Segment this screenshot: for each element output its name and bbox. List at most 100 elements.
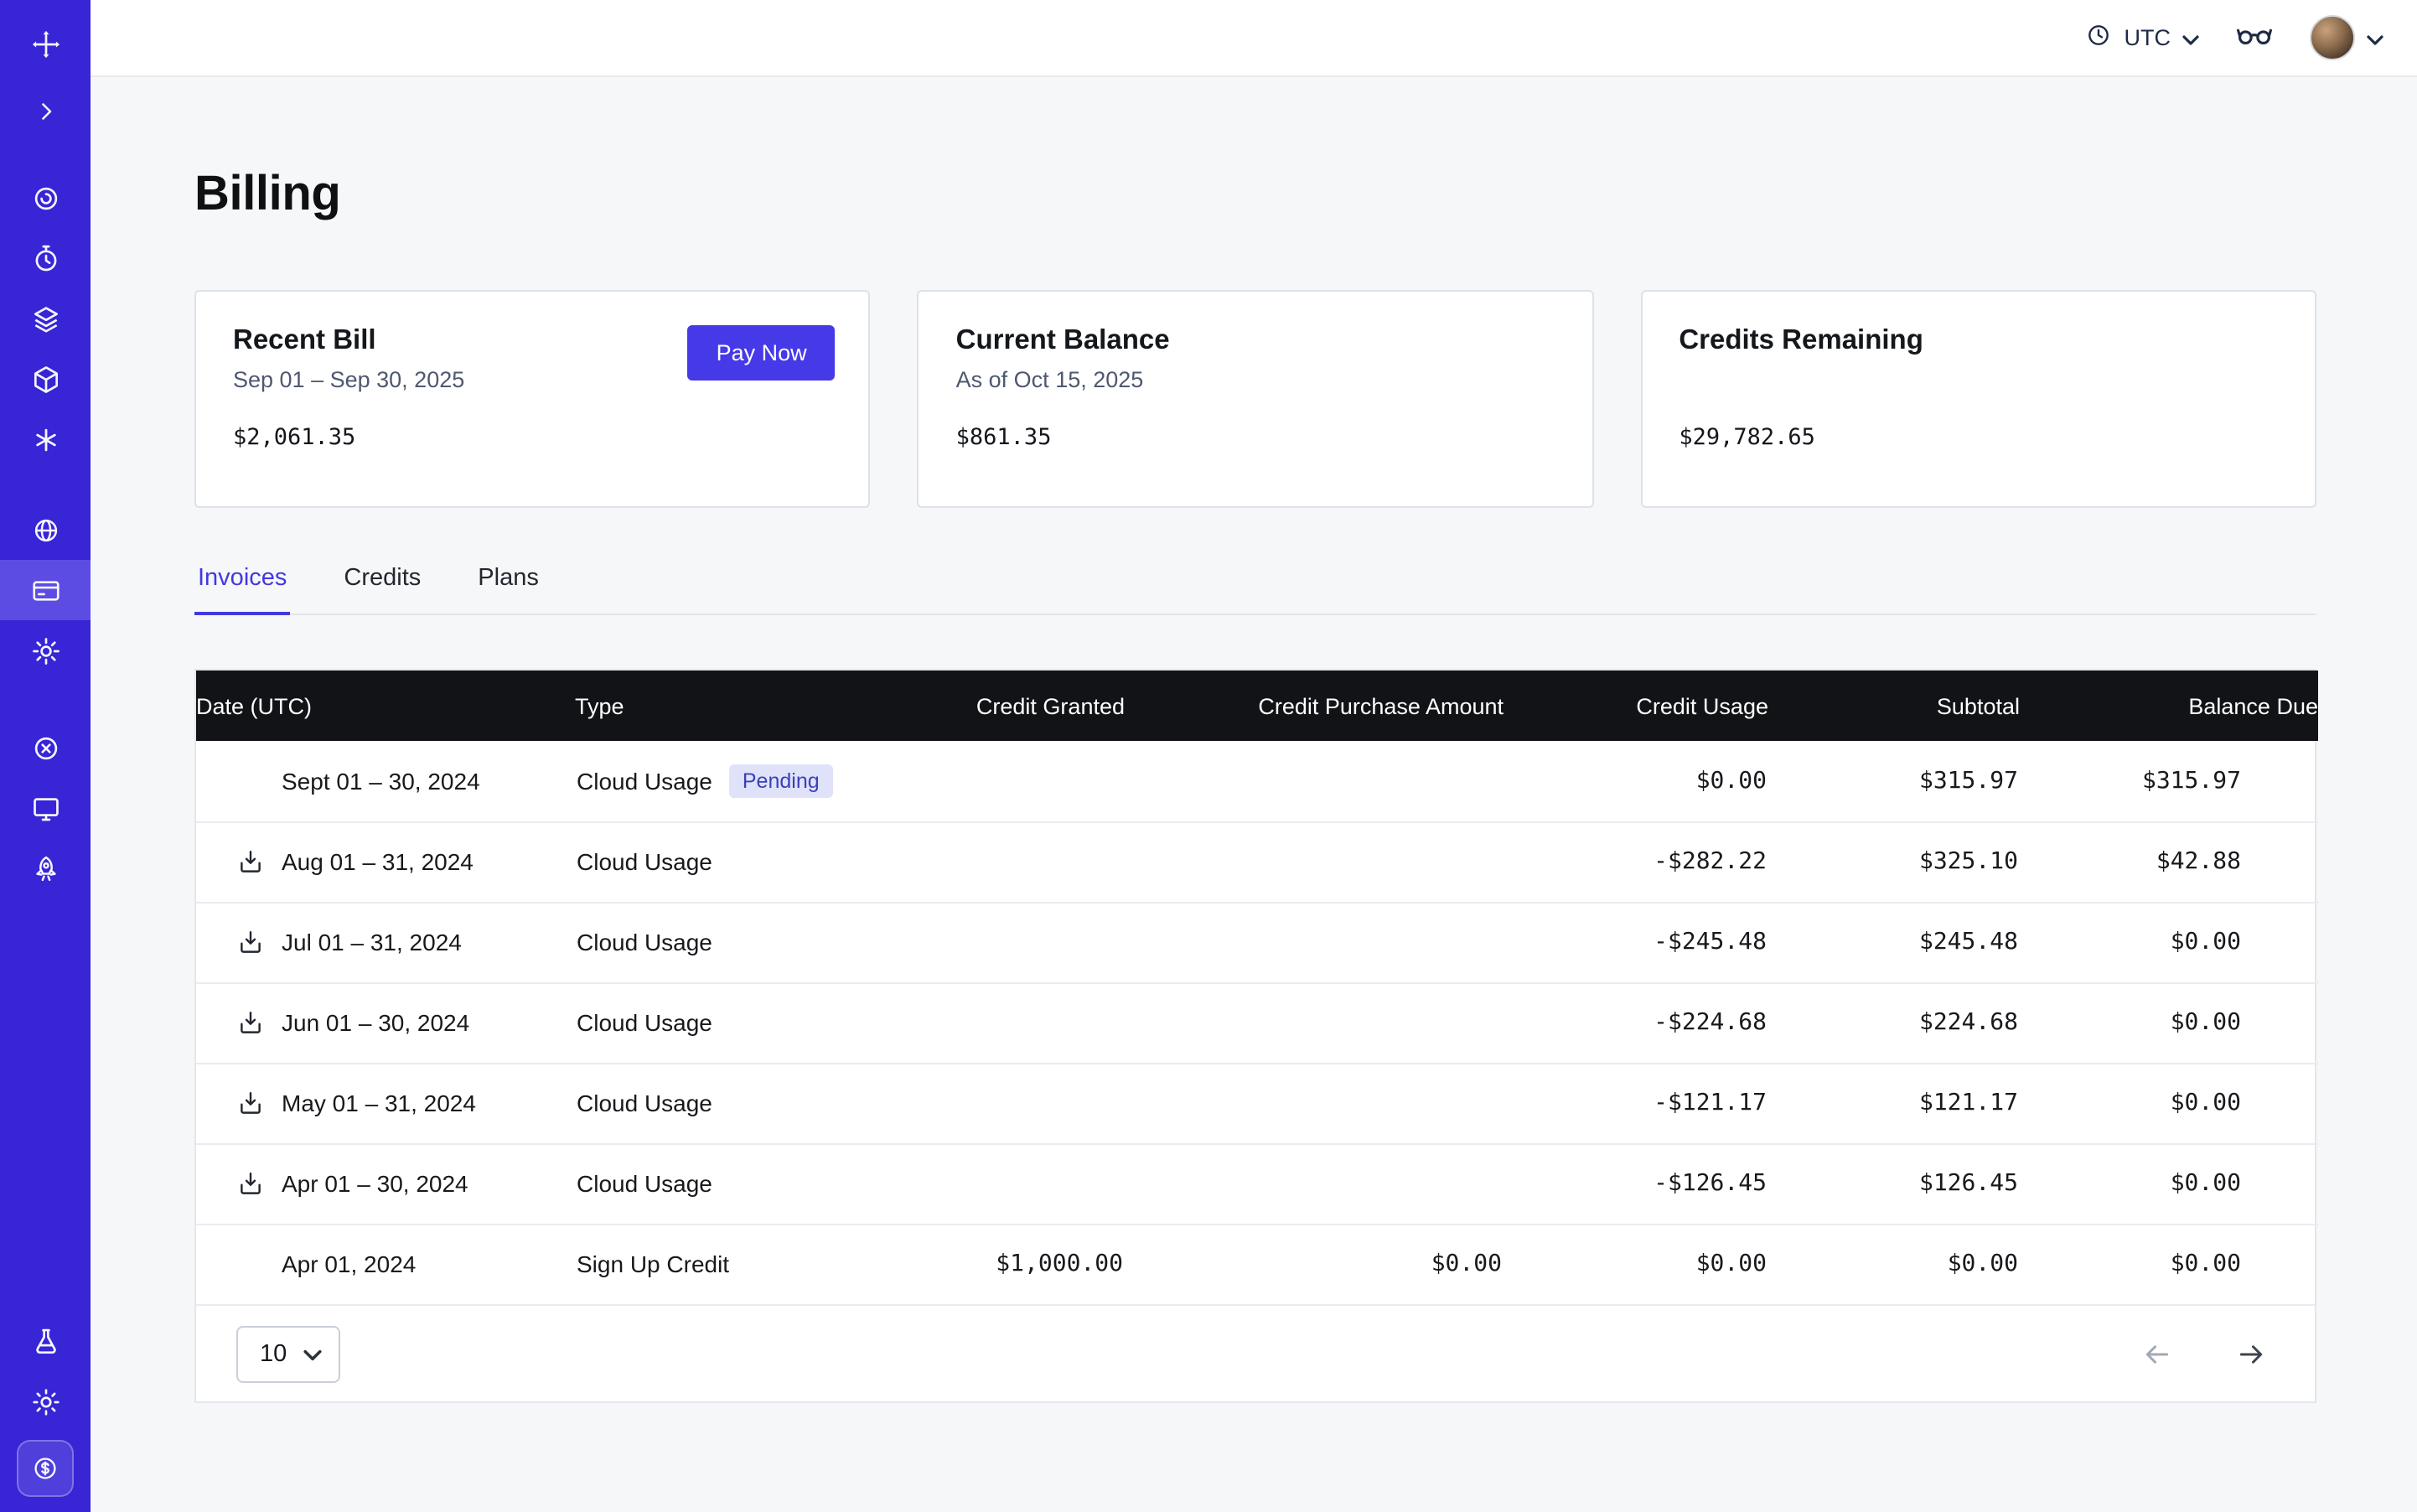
tab-plans[interactable]: Plans <box>474 565 542 614</box>
col-header-credit-usage: Credit Usage <box>1504 671 1768 741</box>
download-invoice-button[interactable] <box>236 928 265 956</box>
sidebar-item-credits[interactable] <box>0 1438 91 1499</box>
sidebar-item-spiral[interactable] <box>0 168 91 228</box>
credit-granted-value <box>903 902 1125 982</box>
balance-due-value: $0.00 <box>2020 1224 2318 1304</box>
tab-credits[interactable]: Credits <box>340 565 424 614</box>
billing-tabs: Invoices Credits Plans <box>194 565 2316 615</box>
invoice-date: Jul 01 – 31, 2024 <box>282 929 462 955</box>
invoice-row: Jul 01 – 31, 2024 Cloud Usage -$245.48 $… <box>196 902 2318 982</box>
invoice-row: Apr 01, 2024 Sign Up Credit $1,000.00 $0… <box>196 1224 2318 1304</box>
sidebar-item-monitor[interactable] <box>0 778 91 838</box>
invoice-date: Sept 01 – 30, 2024 <box>282 768 480 795</box>
credits-remaining-card: Credits Remaining $29,782.65 <box>1640 290 2316 508</box>
main-column: UTC Billing Recent Bill <box>91 0 2417 1512</box>
credit-granted-value: $1,000.00 <box>903 1224 1125 1304</box>
card-title: Current Balance <box>956 325 1555 357</box>
subtotal-value: $126.45 <box>1768 1143 2020 1224</box>
cube-icon <box>29 363 61 395</box>
invoice-type: Cloud Usage <box>577 848 712 875</box>
prev-page-button[interactable] <box>2140 1337 2174 1370</box>
download-invoice-button[interactable] <box>236 1008 265 1037</box>
download-invoice-button[interactable] <box>236 847 265 876</box>
credit-granted-value <box>903 982 1125 1063</box>
subtotal-value: $121.17 <box>1768 1063 2020 1143</box>
download-invoice-button[interactable] <box>236 1089 265 1117</box>
sidebar-item-sun[interactable] <box>0 1371 91 1432</box>
invoice-type: Cloud Usage <box>577 768 712 795</box>
credit-purchase-value <box>1125 902 1504 982</box>
glasses-button[interactable] <box>2236 21 2273 54</box>
subtotal-value: $245.48 <box>1768 902 2020 982</box>
download-invoice-button[interactable] <box>236 1169 265 1198</box>
credit-card-icon <box>29 574 61 606</box>
sidebar-item-asterisk[interactable] <box>0 409 91 469</box>
credit-granted-value <box>903 1143 1125 1224</box>
asterisk-icon <box>29 423 61 455</box>
sidebar-item-billing[interactable] <box>0 560 91 620</box>
globe-icon <box>29 514 61 546</box>
sidebar-item-circle-x[interactable] <box>0 717 91 778</box>
sidebar-collapse-button[interactable] <box>0 80 91 141</box>
subtotal-value: $0.00 <box>1768 1224 2020 1304</box>
app-root: UTC Billing Recent Bill <box>0 0 2417 1512</box>
invoice-row: Aug 01 – 31, 2024 Cloud Usage -$282.22 $… <box>196 821 2318 902</box>
invoice-type: Cloud Usage <box>577 1170 712 1197</box>
page-size-value: 10 <box>260 1340 287 1367</box>
col-header-subtotal: Subtotal <box>1768 671 2020 741</box>
invoice-type: Cloud Usage <box>577 1090 712 1116</box>
sidebar-item-layers[interactable] <box>0 288 91 349</box>
credit-granted-value <box>903 1063 1125 1143</box>
credit-usage-value: -$126.45 <box>1504 1143 1768 1224</box>
invoice-date: Apr 01, 2024 <box>282 1251 416 1278</box>
invoices-table-container: Date (UTC) Type Credit Granted Credit Pu… <box>194 669 2316 1403</box>
page-size-select[interactable]: 10 <box>236 1325 340 1382</box>
clock-icon <box>2086 22 2113 54</box>
timezone-selector[interactable]: UTC <box>2086 22 2200 54</box>
account-menu[interactable] <box>2310 15 2383 60</box>
invoice-row: Apr 01 – 30, 2024 Cloud Usage -$126.45 $… <box>196 1143 2318 1224</box>
credit-usage-value: -$224.68 <box>1504 982 1768 1063</box>
gear-icon <box>29 634 61 666</box>
credit-usage-value: -$245.48 <box>1504 902 1768 982</box>
sidebar <box>0 0 91 1512</box>
subtotal-value: $315.97 <box>1768 741 2020 821</box>
current-balance-card: Current Balance As of Oct 15, 2025 $861.… <box>918 290 1594 508</box>
invoice-row: Sept 01 – 30, 2024 Cloud UsagePending $0… <box>196 741 2318 821</box>
download-placeholder <box>236 1251 265 1279</box>
invoice-type: Cloud Usage <box>577 929 712 955</box>
credit-usage-value: $0.00 <box>1504 1224 1768 1304</box>
sidebar-item-flask[interactable] <box>0 1311 91 1371</box>
pay-now-button[interactable]: Pay Now <box>688 325 836 381</box>
chevron-down-icon <box>2367 23 2383 53</box>
invoice-date: May 01 – 31, 2024 <box>282 1090 476 1116</box>
invoice-row: May 01 – 31, 2024 Cloud Usage -$121.17 $… <box>196 1063 2318 1143</box>
credits-remaining-amount: $29,782.65 <box>1679 424 2278 451</box>
sidebar-item-logo[interactable] <box>0 13 91 74</box>
next-page-button[interactable] <box>2234 1337 2268 1370</box>
recent-bill-amount: $2,061.35 <box>233 424 832 451</box>
sidebar-item-stopwatch[interactable] <box>0 228 91 288</box>
sidebar-item-settings[interactable] <box>0 620 91 681</box>
dollar-circle-icon <box>17 1440 74 1497</box>
card-subtitle <box>1679 367 2278 396</box>
sidebar-item-rocket[interactable] <box>0 838 91 898</box>
user-avatar <box>2310 15 2355 60</box>
credit-purchase-value <box>1125 982 1504 1063</box>
sidebar-item-globe[interactable] <box>0 500 91 560</box>
credit-purchase-value <box>1125 1063 1504 1143</box>
chevron-down-icon <box>303 1340 322 1367</box>
card-title: Credits Remaining <box>1679 325 2278 357</box>
sidebar-item-cube[interactable] <box>0 349 91 409</box>
col-header-balance-due: Balance Due <box>2020 671 2318 741</box>
tab-invoices[interactable]: Invoices <box>194 565 290 615</box>
pagination <box>2140 1337 2275 1370</box>
credit-usage-value: -$282.22 <box>1504 821 1768 902</box>
col-header-date: Date (UTC) <box>196 671 575 741</box>
credit-usage-value: $0.00 <box>1504 741 1768 821</box>
invoice-date: Aug 01 – 31, 2024 <box>282 848 474 875</box>
invoice-date: Apr 01 – 30, 2024 <box>282 1170 468 1197</box>
credit-purchase-value: $0.00 <box>1125 1224 1504 1304</box>
screen: UTC Billing Recent Bill <box>0 0 2417 1512</box>
balance-due-value: $0.00 <box>2020 1143 2318 1224</box>
